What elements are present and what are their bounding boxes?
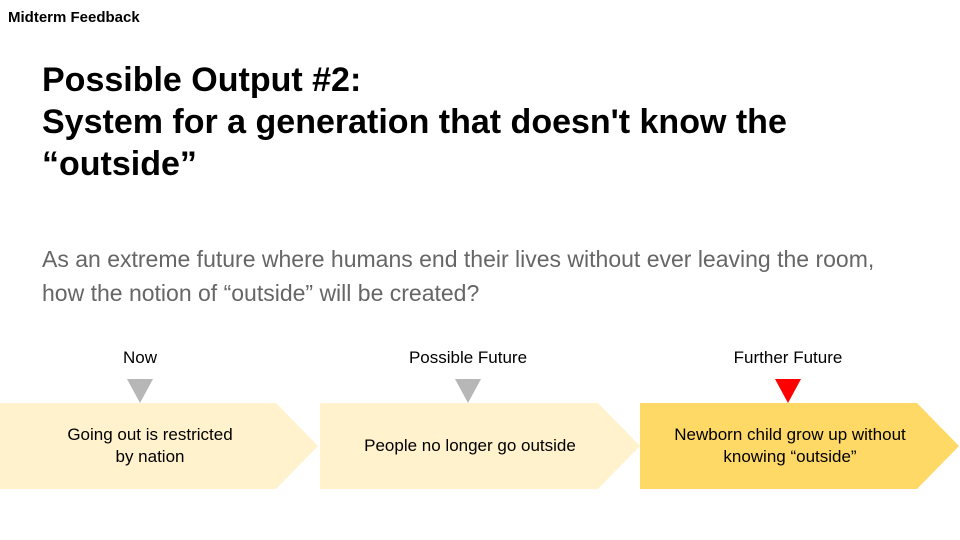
stage-label-possible-future: Possible Future — [408, 348, 528, 367]
stage-text-line-1: Newborn child grow up without — [674, 425, 906, 444]
stage-label-further-future: Further Future — [733, 348, 843, 367]
stage-text-further-future: Newborn child grow up without knowing “o… — [640, 403, 940, 489]
triangle-down-icon — [127, 379, 153, 403]
stage-text-line-2: by nation — [115, 447, 185, 466]
timeline-stage-now: Going out is restricted by nation — [0, 403, 320, 489]
title-line-3: “outside” — [42, 145, 197, 183]
timeline-stage-further-future: Newborn child grow up without knowing “o… — [640, 403, 960, 489]
stage-text-line-2: knowing “outside” — [723, 447, 857, 466]
timeline-stage-possible-future: People no longer go outside — [320, 403, 640, 489]
slide-subtitle: As an extreme future where humans end th… — [42, 242, 942, 310]
stage-label-now: Now — [122, 348, 157, 367]
slide-title: Possible Output #2: System for a generat… — [42, 59, 942, 185]
title-line-1: Possible Output #2: — [42, 61, 362, 99]
stage-text-line-1: Going out is restricted — [67, 425, 233, 444]
triangle-down-icon — [775, 379, 801, 403]
subtitle-line-2: how the notion of “outside” will be crea… — [42, 280, 480, 306]
title-line-2: System for a generation that doesn't kno… — [42, 103, 787, 141]
stage-text-possible-future: People no longer go outside — [320, 403, 620, 489]
subtitle-line-1: As an extreme future where humans end th… — [42, 246, 875, 272]
stage-text-now: Going out is restricted by nation — [0, 403, 300, 489]
stage-text-line-1: People no longer go outside — [364, 436, 576, 455]
header-label: Midterm Feedback — [8, 9, 140, 26]
triangle-down-icon — [455, 379, 481, 403]
